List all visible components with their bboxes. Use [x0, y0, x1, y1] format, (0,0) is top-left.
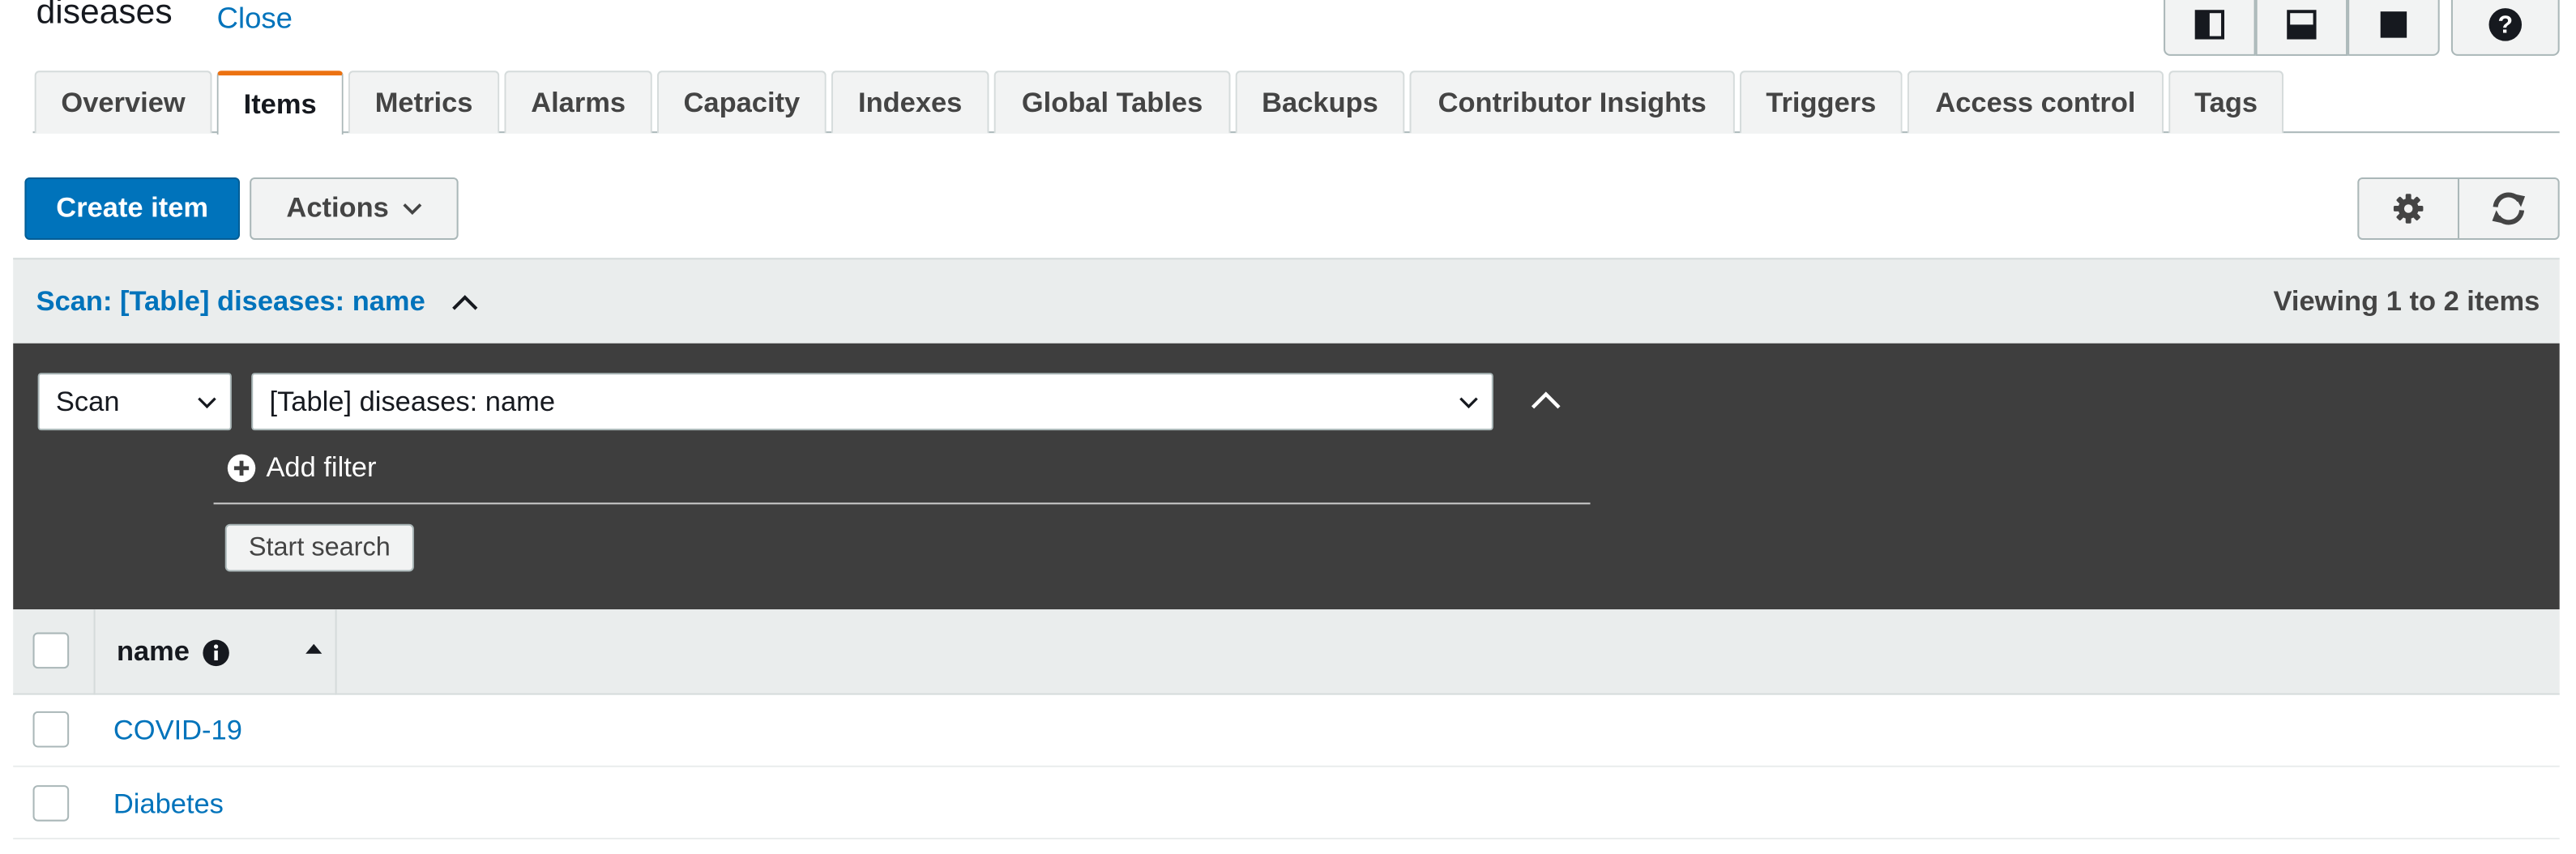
scan-toggle[interactable]: Scan: [Table] diseases: name [36, 286, 480, 319]
tab-tags[interactable]: Tags [2168, 70, 2284, 134]
tab-contributor-insights[interactable]: Contributor Insights [1409, 70, 1735, 134]
tab-triggers[interactable]: Triggers [1740, 70, 1903, 134]
collapse-panel-button[interactable] [1527, 387, 1564, 419]
chevron-down-icon [198, 397, 216, 409]
start-search-button[interactable]: Start search [224, 523, 414, 572]
sort-ascending-icon[interactable] [305, 643, 323, 654]
tab-global-tables[interactable]: Global Tables [993, 70, 1231, 134]
table-header [13, 609, 2560, 695]
column-separator [335, 609, 337, 695]
scan-mode-value: Scan [55, 385, 120, 416]
select-all-checkbox[interactable] [32, 632, 70, 669]
help-icon: ? [2488, 8, 2523, 41]
info-icon[interactable] [203, 638, 230, 666]
row-checkbox[interactable] [32, 785, 70, 822]
create-item-button[interactable]: Create item [24, 177, 241, 241]
viewing-count: Viewing 1 to 2 items [2273, 285, 2540, 318]
add-circle-icon [227, 454, 256, 483]
chevron-down-icon [1459, 397, 1478, 409]
column-separator [93, 609, 96, 695]
scan-target-value: [Table] diseases: name [269, 385, 556, 416]
add-filter-button[interactable]: Add filter [227, 451, 377, 485]
tab-metrics[interactable]: Metrics [348, 70, 500, 134]
split-horizontal-view-icon [2287, 10, 2317, 40]
split-horizontal-view-button[interactable] [2255, 0, 2348, 56]
tab-access-control[interactable]: Access control [1907, 70, 2164, 134]
split-vertical-view-icon [2194, 10, 2225, 40]
item-link[interactable]: Diabetes [113, 788, 224, 822]
filter-divider [213, 502, 1591, 505]
column-header-label: name [116, 635, 190, 668]
page-title: diseases [36, 0, 173, 32]
row-divider [13, 837, 2560, 840]
scan-mode-select[interactable]: Scan [37, 373, 232, 431]
tab-items[interactable]: Items [216, 70, 344, 135]
tab-overview[interactable]: Overview [34, 70, 212, 134]
row-divider [13, 765, 2560, 767]
chevron-up-icon [1531, 391, 1561, 409]
column-header-name[interactable]: name [117, 636, 231, 669]
tab-alarms[interactable]: Alarms [504, 70, 652, 134]
full-view-button[interactable] [2347, 0, 2440, 56]
chevron-up-icon [451, 295, 477, 310]
svg-text:?: ? [2497, 11, 2513, 39]
help-button[interactable]: ? [2450, 0, 2560, 56]
gear-icon [2393, 194, 2424, 224]
full-view-icon [2380, 11, 2407, 38]
item-link[interactable]: COVID-19 [113, 715, 242, 748]
close-link[interactable]: Close [217, 2, 293, 36]
add-filter-label: Add filter [266, 451, 377, 484]
actions-label: Actions [286, 192, 389, 224]
tab-indexes[interactable]: Indexes [831, 70, 989, 134]
settings-button[interactable] [2357, 177, 2460, 241]
row-checkbox[interactable] [32, 711, 70, 748]
scan-target-select[interactable]: [Table] diseases: name [251, 373, 1493, 431]
tab-capacity[interactable]: Capacity [656, 70, 827, 134]
actions-dropdown-button[interactable]: Actions [250, 177, 459, 241]
split-vertical-view-button[interactable] [2164, 0, 2256, 56]
scan-title: Scan: [Table] diseases: name [36, 285, 425, 318]
refresh-icon [2492, 192, 2526, 225]
chevron-down-icon [402, 203, 421, 216]
refresh-button[interactable] [2457, 177, 2560, 241]
tab-backups[interactable]: Backups [1235, 70, 1405, 134]
create-item-label: Create item [56, 192, 209, 224]
